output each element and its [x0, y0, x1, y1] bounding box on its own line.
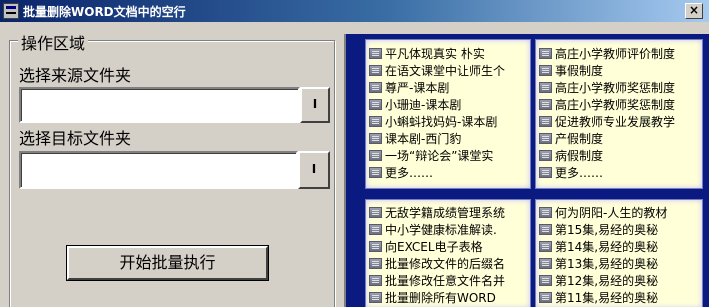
links-panel: 平凡体现真实 朴实 在语文课堂中让师生个 尊严-课本剧 小珊迪-课本剧 小蝌蚪找…: [344, 34, 709, 307]
link-box-1: 平凡体现真实 朴实 在语文课堂中让师生个 尊严-课本剧 小珊迪-课本剧 小蝌蚪找…: [365, 39, 531, 189]
list-item[interactable]: 病假制度: [539, 147, 702, 164]
start-batch-button[interactable]: 开始批量执行: [67, 246, 268, 280]
group-title: 操作区域: [18, 30, 89, 54]
document-icon: [369, 275, 382, 286]
document-icon: [539, 167, 552, 178]
list-item[interactable]: 第11集,易经的奥秘: [539, 289, 702, 306]
list-item[interactable]: 批量修改任意文件名并: [369, 272, 530, 289]
list-item[interactable]: 小珊迪-课本剧: [369, 96, 530, 113]
document-icon: [369, 241, 382, 252]
app-icon: [3, 3, 19, 19]
document-icon: [539, 116, 552, 127]
document-icon: [369, 207, 382, 218]
list-item[interactable]: 中小学健康标准解读.: [369, 221, 530, 238]
source-folder-input[interactable]: [19, 87, 300, 123]
window-title: 批量删除WORD文档中的空行: [23, 4, 186, 19]
target-folder-label: 选择目标文件夹: [19, 129, 132, 148]
list-item[interactable]: 批量修改文件的后缀名: [369, 255, 530, 272]
document-icon: [369, 99, 382, 110]
list-item[interactable]: 向EXCEL电子表格: [369, 238, 530, 255]
list-item[interactable]: 尊严-课本剧: [369, 79, 530, 96]
document-icon: [539, 224, 552, 235]
document-icon: [369, 48, 382, 59]
document-icon: [539, 241, 552, 252]
list-item[interactable]: 事假制度: [539, 62, 702, 79]
document-icon: [539, 65, 552, 76]
more-link[interactable]: 更多……: [539, 164, 702, 181]
document-icon: [539, 99, 552, 110]
list-item[interactable]: 促进教师专业发展教学: [539, 113, 702, 130]
document-icon: [539, 48, 552, 59]
source-browse-button[interactable]: I: [300, 87, 330, 123]
document-icon: [539, 275, 552, 286]
list-item[interactable]: 高庄小学教师奖惩制度: [539, 79, 702, 96]
document-icon: [369, 258, 382, 269]
document-icon: [539, 150, 552, 161]
document-icon: [539, 292, 552, 303]
target-folder-input[interactable]: [19, 151, 298, 189]
document-icon: [539, 133, 552, 144]
list-item[interactable]: 第14集,易经的奥秘: [539, 238, 702, 255]
list-item[interactable]: 何为阴阳-人生的教材: [539, 204, 702, 221]
document-icon: [369, 292, 382, 303]
target-browse-button[interactable]: I: [298, 151, 330, 189]
list-item[interactable]: 第13集,易经的奥秘: [539, 255, 702, 272]
title-bar: 批量删除WORD文档中的空行 ×: [0, 0, 709, 22]
link-box-2: 高庄小学教师评价制度 事假制度 高庄小学教师奖惩制度 高庄小学教师奖惩制度 促进…: [535, 39, 703, 189]
document-icon: [369, 82, 382, 93]
document-icon: [369, 65, 382, 76]
list-item[interactable]: 批量删除所有WORD: [369, 289, 530, 306]
list-item[interactable]: 在语文课堂中让师生个: [369, 62, 530, 79]
document-icon: [539, 258, 552, 269]
document-icon: [369, 224, 382, 235]
list-item[interactable]: 第15集,易经的奥秘: [539, 221, 702, 238]
list-item[interactable]: 课本剧-西门豹: [369, 130, 530, 147]
list-item[interactable]: 第12集,易经的奥秘: [539, 272, 702, 289]
list-item[interactable]: 小蝌蚪找妈妈-课本剧: [369, 113, 530, 130]
list-item[interactable]: 平凡体现真实 朴实: [369, 45, 530, 62]
close-button[interactable]: ×: [685, 3, 703, 19]
source-folder-label: 选择来源文件夹: [19, 66, 132, 85]
more-link[interactable]: 更多……: [369, 164, 530, 181]
document-icon: [369, 150, 382, 161]
document-icon: [539, 207, 552, 218]
link-box-3: 无敌学籍成绩管理系统 中小学健康标准解读. 向EXCEL电子表格 批量修改文件的…: [365, 199, 531, 307]
list-item[interactable]: 高庄小学教师奖惩制度: [539, 96, 702, 113]
document-icon: [369, 133, 382, 144]
list-item[interactable]: 产假制度: [539, 130, 702, 147]
document-icon: [369, 116, 382, 127]
link-box-4: 何为阴阳-人生的教材 第15集,易经的奥秘 第14集,易经的奥秘 第13集,易经…: [535, 199, 703, 307]
document-icon: [369, 167, 382, 178]
list-item[interactable]: 无敌学籍成绩管理系统: [369, 204, 530, 221]
list-item[interactable]: 一场“辩论会”课堂实: [369, 147, 530, 164]
document-icon: [539, 82, 552, 93]
list-item[interactable]: 高庄小学教师评价制度: [539, 45, 702, 62]
